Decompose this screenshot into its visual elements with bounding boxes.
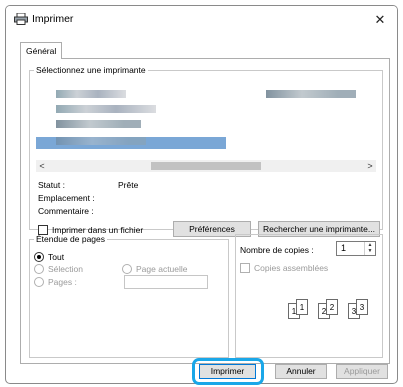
spinner-arrows-icon[interactable]: ▲ ▼ xyxy=(364,242,375,255)
range-all-radio[interactable] xyxy=(34,252,44,262)
page-icon: 3 xyxy=(356,299,368,315)
status-label: Statut : xyxy=(38,180,65,190)
scroll-thumb[interactable] xyxy=(151,162,261,170)
copies-group: Nombre de copies : 1 ▲ ▼ Copies assemblée… xyxy=(235,234,383,358)
window-title: Imprimer xyxy=(32,13,74,25)
printer-item-blurred[interactable] xyxy=(56,120,141,128)
close-button[interactable]: ✕ xyxy=(363,6,397,33)
range-current-page-radio xyxy=(122,264,132,274)
pages-input[interactable] xyxy=(124,275,208,289)
location-label: Emplacement : xyxy=(38,193,95,203)
apply-button[interactable]: Appliquer xyxy=(336,364,388,379)
scroll-right-icon[interactable]: > xyxy=(364,160,376,172)
range-all-label: Tout xyxy=(48,252,65,262)
range-pages-radio[interactable] xyxy=(34,277,44,287)
status-value: Prête xyxy=(118,180,139,190)
printer-item-blurred[interactable] xyxy=(56,137,146,145)
range-selection-option: Sélection xyxy=(34,264,83,274)
range-selection-radio xyxy=(34,264,44,274)
title-bar: Imprimer ✕ xyxy=(6,6,397,33)
copies-value[interactable]: 1 xyxy=(341,243,346,253)
printer-group-legend: Sélectionnez une imprimante xyxy=(36,65,146,75)
copies-label: Nombre de copies : xyxy=(240,245,314,255)
page-range-group: Étendue de pages Tout Sélection Page act… xyxy=(29,234,229,358)
collate-option: Copies assemblées xyxy=(240,263,328,273)
printer-list[interactable] xyxy=(36,87,376,155)
range-group-legend: Étendue de pages xyxy=(36,234,106,244)
printer-status: Statut : Prête Emplacement : Commentaire… xyxy=(38,179,368,218)
printer-item-blurred[interactable] xyxy=(56,105,156,113)
printer-item-blurred[interactable] xyxy=(56,90,126,98)
cancel-button[interactable]: Annuler xyxy=(275,364,327,379)
collate-checkbox xyxy=(240,263,250,273)
tab-general[interactable]: Général xyxy=(20,42,63,59)
range-pages-option[interactable]: Pages : xyxy=(34,277,77,287)
range-all-option[interactable]: Tout xyxy=(34,252,64,262)
close-icon: ✕ xyxy=(374,11,386,27)
print-button[interactable]: Imprimer xyxy=(199,364,256,379)
page-icon: 1 xyxy=(296,299,308,315)
scroll-left-icon[interactable]: < xyxy=(36,160,48,172)
collate-illustration: 1 1 2 2 3 3 xyxy=(288,297,378,327)
range-selection-label: Sélection xyxy=(48,264,83,274)
general-panel: Sélectionnez une imprimante < > Statut :… xyxy=(20,58,390,364)
range-current-page-option: Page actuelle xyxy=(122,264,188,274)
printer-icon xyxy=(14,13,28,25)
printer-item-blurred[interactable] xyxy=(266,90,356,98)
comment-label: Commentaire : xyxy=(38,206,94,216)
page-icon: 2 xyxy=(326,299,338,315)
print-dialog: Imprimer ✕ Général Sélectionnez une impr… xyxy=(5,5,398,384)
copies-spinner[interactable]: 1 ▲ ▼ xyxy=(336,241,376,256)
range-current-page-label: Page actuelle xyxy=(136,264,188,274)
printer-selection-group: Sélectionnez une imprimante < > Statut :… xyxy=(29,65,383,237)
range-pages-label: Pages : xyxy=(48,277,77,287)
horizontal-scrollbar[interactable]: < > xyxy=(36,160,376,172)
collate-label: Copies assemblées xyxy=(254,263,329,273)
